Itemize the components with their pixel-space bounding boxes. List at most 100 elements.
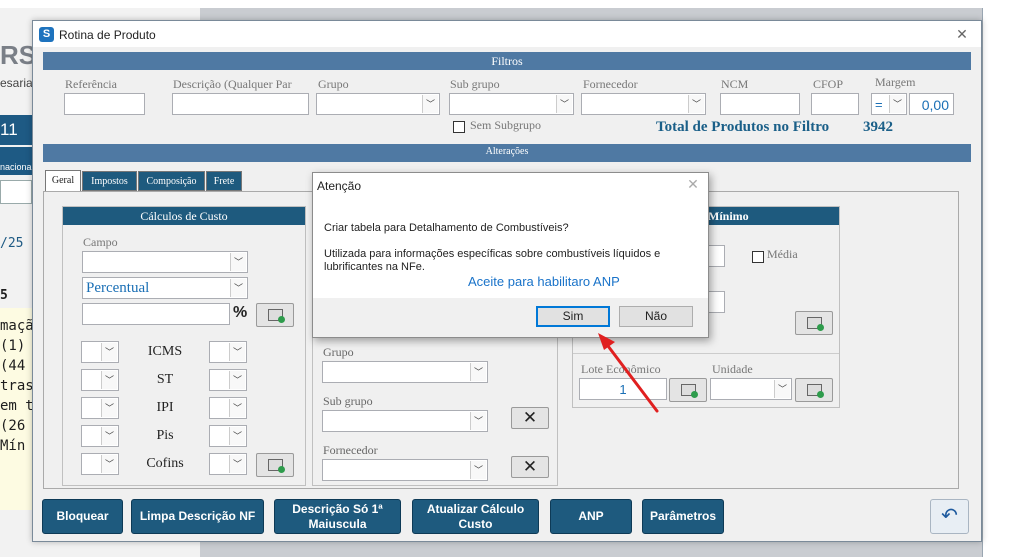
window-titlebar: S Rotina de Produto ✕ (33, 21, 981, 47)
calculator-button[interactable] (256, 303, 294, 327)
atencao-dialog: Atenção ✕ Criar tabela para Detalhamento… (312, 172, 709, 338)
middle-grupo-select[interactable]: ﹀ (322, 361, 488, 383)
campo-label: Campo (83, 235, 118, 249)
st-left-select[interactable]: ﹀ (81, 369, 119, 391)
background-line: tras (0, 378, 34, 394)
percentual-input[interactable] (82, 303, 230, 325)
grupo-label: Grupo (323, 345, 354, 359)
minimo-title-text: Mínimo (708, 209, 749, 223)
percent-symbol: % (233, 304, 248, 321)
calculator-icon (807, 384, 824, 398)
calculator-button[interactable] (795, 378, 833, 402)
background-number: 11 (0, 115, 32, 145)
tipo-value: Percentual (86, 280, 150, 296)
atualizar-calculo-button[interactable]: Atualizar Cálculo Custo (412, 499, 539, 534)
icms-left-select[interactable]: ﹀ (81, 341, 119, 363)
chevron-down-icon: ﹀ (229, 371, 245, 389)
cfop-label: CFOP (813, 77, 844, 91)
background-line: (1) (0, 338, 26, 354)
pis-right-select[interactable]: ﹀ (209, 425, 247, 447)
undo-button[interactable]: ↶ (930, 499, 969, 534)
annotation-arrow-icon (598, 333, 659, 413)
filtros-bar: Filtros (43, 52, 971, 70)
grupo-select[interactable]: ﹀ (316, 93, 440, 115)
chevron-down-icon: ﹀ (101, 399, 117, 417)
margem-value-input[interactable]: 0,00 (909, 93, 954, 115)
background-field (0, 180, 32, 204)
pis-left-select[interactable]: ﹀ (81, 425, 119, 447)
dialog-question: Criar tabela para Detalhamento de Combus… (324, 222, 569, 234)
dialog-detail-line-2: lubrificantes na NFe. (324, 261, 425, 273)
chevron-down-icon: ﹀ (101, 427, 117, 445)
campo-select[interactable]: ﹀ (82, 251, 248, 273)
sem-subgrupo-label: Sem Subgrupo (470, 118, 542, 132)
annotation-text: Aceite para habilitaro ANP (468, 274, 620, 289)
background-tag: nacional (0, 147, 32, 175)
tab-frete[interactable]: Frete (206, 171, 242, 191)
tab-composicao[interactable]: Composição (138, 171, 205, 191)
unidade-label: Unidade (712, 362, 753, 376)
media-label: Média (767, 247, 798, 261)
atualizar-calculo-label-2: Custo (458, 516, 493, 531)
calculator-button[interactable] (795, 311, 833, 335)
st-label: ST (156, 372, 174, 387)
calculator-icon (681, 384, 698, 398)
bloquear-button[interactable]: Bloquear (42, 499, 123, 534)
grupo-label: Grupo (318, 77, 349, 91)
limpa-descricao-button[interactable]: Limpa Descrição NF (131, 499, 264, 534)
tipo-select[interactable]: Percentual ﹀ (82, 277, 248, 299)
anp-label: ANP (578, 509, 604, 523)
cofins-label: Cofins (146, 456, 184, 471)
media-checkbox[interactable] (752, 251, 764, 263)
margem-operator-value: = (875, 97, 883, 112)
dialog-title: Atenção (317, 179, 362, 193)
ncm-input[interactable] (720, 93, 800, 115)
cfop-input[interactable] (811, 93, 859, 115)
calculator-button[interactable] (256, 453, 294, 477)
subgrupo-label: Sub grupo (323, 394, 373, 408)
middle-fornecedor-select[interactable]: ﹀ (322, 459, 488, 481)
atualizar-calculo-label-1: Atualizar Cálculo (426, 501, 525, 516)
subgrupo-select[interactable]: ﹀ (449, 93, 574, 115)
ipi-left-select[interactable]: ﹀ (81, 397, 119, 419)
unidade-select[interactable]: ﹀ (710, 378, 792, 400)
icms-right-select[interactable]: ﹀ (209, 341, 247, 363)
chevron-down-icon: ﹀ (230, 253, 246, 271)
background-line: maçã (0, 318, 34, 334)
calculator-icon (268, 309, 285, 323)
tab-geral[interactable]: Geral (45, 170, 81, 192)
chevron-down-icon: ﹀ (101, 343, 117, 361)
cofins-right-select[interactable]: ﹀ (209, 453, 247, 475)
descricao-label: Descrição (Qualquer Par (173, 77, 292, 91)
chevron-down-icon: ﹀ (556, 95, 572, 113)
referencia-input[interactable] (64, 93, 145, 115)
close-icon[interactable]: ✕ (950, 25, 974, 43)
margem-operator-select[interactable]: = ﹀ (871, 93, 907, 115)
chevron-down-icon: ﹀ (101, 455, 117, 473)
middle-subgrupo-select[interactable]: ﹀ (322, 410, 488, 432)
cofins-left-select[interactable]: ﹀ (81, 453, 119, 475)
fornecedor-label: Fornecedor (583, 77, 638, 91)
st-right-select[interactable]: ﹀ (209, 369, 247, 391)
tab-impostos[interactable]: Impostos (82, 171, 137, 191)
parametros-button[interactable]: Parâmetros (642, 499, 724, 534)
calculos-custo-section: Cálculos de Custo Campo ﹀ Percentual ﹀ %… (62, 206, 306, 486)
referencia-label: Referência (65, 77, 117, 91)
limpa-descricao-label: Limpa Descrição NF (139, 509, 256, 523)
close-icon[interactable]: ✕ (683, 176, 703, 194)
dialog-detail-line-1: Utilizada para informações específicas s… (324, 248, 661, 260)
clear-subgrupo-button[interactable]: ✕ (511, 407, 549, 429)
fornecedor-select[interactable]: ﹀ (581, 93, 706, 115)
background-line: 5 (0, 288, 8, 303)
descricao-input[interactable] (172, 93, 309, 115)
clear-fornecedor-button[interactable]: ✕ (511, 456, 549, 478)
ipi-right-select[interactable]: ﹀ (209, 397, 247, 419)
descricao-maiuscula-button[interactable]: Descrição Só 1ª Maiuscula (274, 499, 401, 534)
chevron-down-icon: ﹀ (470, 412, 486, 430)
sem-subgrupo-checkbox[interactable] (453, 121, 465, 133)
background-subtitle: esaria (0, 76, 33, 90)
anp-button[interactable]: ANP (550, 499, 632, 534)
chevron-down-icon: ﹀ (470, 461, 486, 479)
calculator-icon (268, 459, 285, 473)
chevron-down-icon: ﹀ (229, 455, 245, 473)
